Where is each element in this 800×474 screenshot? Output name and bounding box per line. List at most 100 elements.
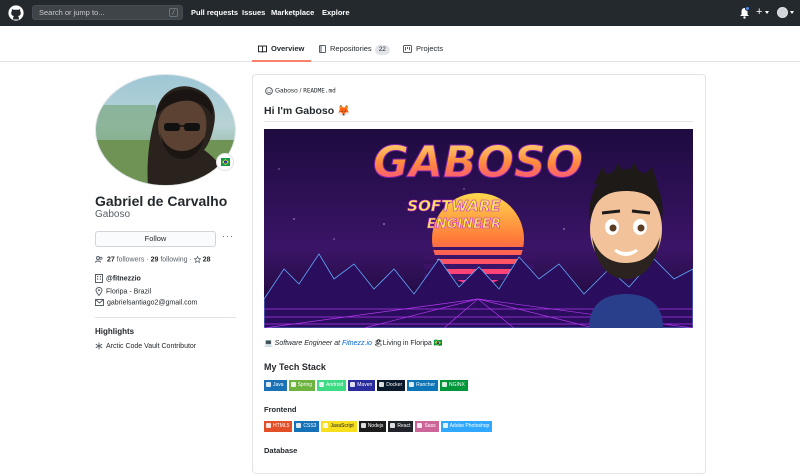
- laptop-emoji: 💻: [264, 340, 275, 347]
- badge-label: Sass: [424, 423, 436, 429]
- badge-html5[interactable]: HTML5: [264, 421, 293, 432]
- stats-separator: ·: [189, 256, 192, 264]
- badge-react[interactable]: React: [388, 421, 414, 432]
- badge-logo-icon: [442, 381, 448, 387]
- stars-count[interactable]: 28: [203, 256, 211, 263]
- badge-logo-icon: [296, 422, 302, 428]
- badge-logo-icon: [417, 422, 423, 428]
- tab-repositories-label: Repositories: [330, 44, 372, 53]
- tab-repositories[interactable]: Repositories 22: [319, 38, 390, 62]
- follow-button[interactable]: Follow: [95, 231, 216, 247]
- readme-tagline: 💻 Software Engineer at Fitnezz.io 🏖Livin…: [264, 339, 443, 347]
- repositories-count: 22: [374, 45, 390, 55]
- badge-label: Nodejs: [367, 423, 384, 429]
- search-input[interactable]: Search or jump to... /: [32, 5, 183, 20]
- badge-adobe-photoshop[interactable]: Adobe Photoshop: [440, 421, 493, 432]
- user-avatar-menu[interactable]: [777, 7, 788, 18]
- readme-heading: Hi I'm Gaboso 🦊: [264, 105, 351, 117]
- avatar-caret-icon[interactable]: [790, 11, 794, 14]
- badge-logo-icon: [266, 381, 271, 387]
- tab-overview[interactable]: Overview: [252, 38, 311, 62]
- nav-pull-requests[interactable]: Pull requests: [191, 8, 238, 17]
- profile-email: gabrielsantiago2@gmail.com: [95, 299, 197, 306]
- banner-title: GABOSO: [373, 137, 583, 188]
- badge-label: Spring: [297, 382, 313, 388]
- badge-label: JavaScript: [330, 423, 354, 429]
- badge-label: NGINX: [449, 382, 465, 388]
- book-icon: [258, 45, 267, 53]
- tech-stack-heading: My Tech Stack: [264, 362, 326, 372]
- email-link[interactable]: gabrielsantiago2@gmail.com: [107, 299, 197, 306]
- following-count: 29: [150, 256, 159, 264]
- repo-icon: [319, 44, 326, 53]
- tech-stack-badges: Java Spring Android Maven Docker Rancher NGINX: [264, 380, 470, 391]
- badge-label: CSS3: [303, 423, 317, 429]
- search-shortcut-key: /: [169, 8, 178, 17]
- badge-android[interactable]: Android: [317, 380, 347, 391]
- badge-logo-icon: [390, 422, 396, 428]
- people-icon: [95, 256, 103, 263]
- organization-icon: [95, 274, 103, 283]
- tagline-location: 🏖Living in Floripa 🇧🇷: [371, 340, 443, 347]
- nav-explore[interactable]: Explore: [322, 8, 350, 17]
- banner-subtitle-2: ENGINEER: [427, 217, 501, 232]
- highlights-title: Highlights: [95, 327, 135, 336]
- badge-logo-icon: [266, 422, 271, 428]
- profile-username: Gaboso: [95, 209, 131, 220]
- badge-nginx[interactable]: NGINX: [440, 380, 468, 391]
- following-link[interactable]: 29 following: [151, 256, 188, 263]
- followers-label: followers: [116, 256, 145, 264]
- followers-link[interactable]: 27 followers: [107, 256, 144, 263]
- badge-spring[interactable]: Spring: [288, 380, 316, 391]
- badge-logo-icon: [323, 422, 329, 428]
- company-link-readme[interactable]: Fitnezz.io: [342, 340, 372, 347]
- avatar-photo: [96, 75, 235, 185]
- badge-label: Adobe Photoshop: [449, 423, 490, 429]
- badge-logo-icon: [290, 381, 296, 387]
- badge-label: HTML5: [273, 423, 290, 429]
- github-logo-icon[interactable]: [8, 5, 24, 21]
- notification-dot: [745, 6, 750, 11]
- profile-tabs: Overview Repositories 22 Projects: [0, 38, 800, 62]
- badge-maven[interactable]: Maven: [348, 380, 376, 391]
- badge-label: Android: [326, 382, 344, 388]
- badge-nodejs[interactable]: Nodejs: [358, 421, 387, 432]
- heading-underline: [264, 121, 693, 122]
- nav-marketplace[interactable]: Marketplace: [271, 8, 314, 17]
- readme-file-link[interactable]: README.md: [303, 88, 336, 95]
- badge-rancher[interactable]: Rancher: [407, 380, 439, 391]
- location-text: Floripa - Brazil: [106, 288, 152, 296]
- more-options-button[interactable]: ···: [222, 231, 234, 241]
- highlight-item[interactable]: Arctic Code Vault Contributor: [95, 342, 196, 350]
- create-caret-icon[interactable]: [765, 11, 769, 14]
- create-new-icon[interactable]: +: [756, 7, 762, 18]
- status-badge[interactable]: [216, 153, 234, 171]
- company-link[interactable]: @fitnezzio: [106, 275, 141, 282]
- badge-sass[interactable]: Sass: [415, 421, 439, 432]
- profile-avatar[interactable]: [95, 74, 236, 186]
- badge-css3[interactable]: CSS3: [294, 421, 320, 432]
- tab-projects[interactable]: Projects: [403, 38, 443, 62]
- badge-javascript[interactable]: JavaScript: [321, 421, 357, 432]
- badge-java[interactable]: Java: [264, 380, 287, 391]
- highlight-label: Arctic Code Vault Contributor: [106, 342, 197, 350]
- badge-logo-icon: [350, 381, 356, 387]
- brazil-flag-icon: [221, 158, 230, 166]
- readme-owner-link[interactable]: Gaboso: [275, 88, 298, 95]
- followers-count: 27: [106, 256, 115, 264]
- mail-icon: [95, 299, 104, 306]
- badge-label: Java: [273, 382, 284, 388]
- stats-separator: ·: [146, 256, 149, 264]
- badge-logo-icon: [442, 422, 448, 428]
- sidebar-divider: [95, 317, 236, 318]
- following-label: following: [160, 256, 188, 264]
- badge-docker[interactable]: Docker: [377, 380, 406, 391]
- search-placeholder: Search or jump to...: [39, 8, 105, 17]
- tab-projects-label: Projects: [416, 44, 444, 53]
- nav-issues[interactable]: Issues: [242, 8, 265, 17]
- badge-label: Rancher: [416, 382, 436, 388]
- top-header: Search or jump to... / Pull requests Iss…: [0, 0, 800, 26]
- frontend-heading: Frontend: [264, 405, 297, 414]
- project-icon: [403, 45, 412, 54]
- profile-full-name: Gabriel de Carvalho: [95, 193, 228, 209]
